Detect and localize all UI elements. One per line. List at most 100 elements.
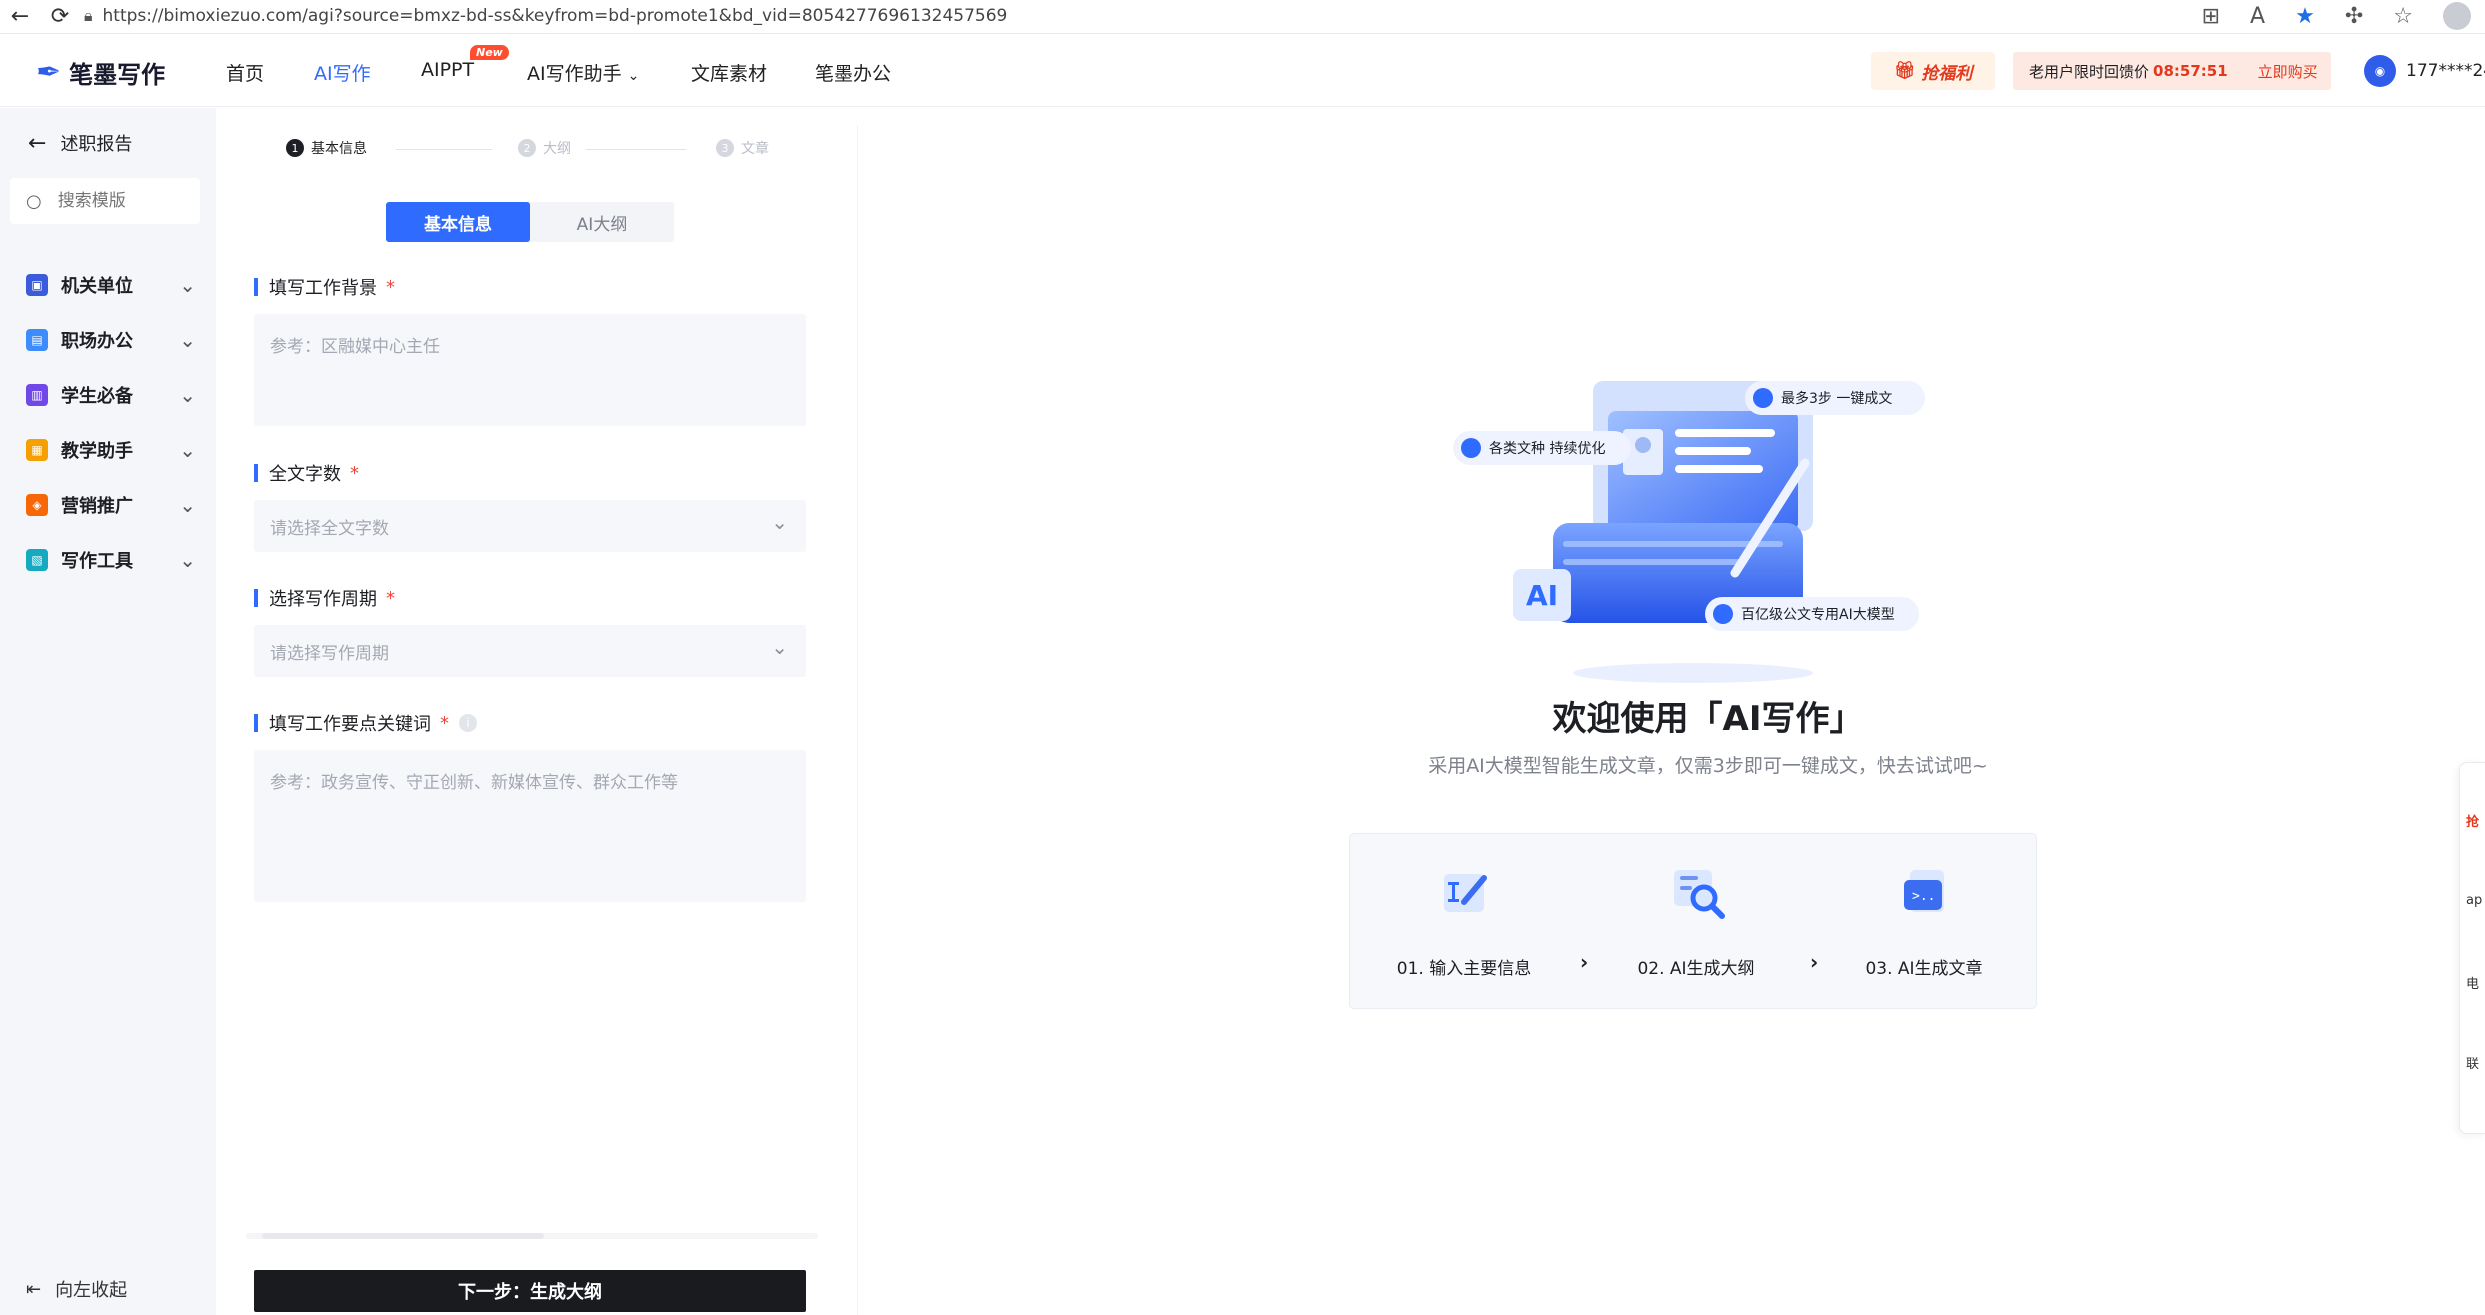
hero-tag-text: 最多3步 一键成文 <box>1781 390 1892 407</box>
building-icon: ▣ <box>26 274 48 296</box>
new-badge: New <box>470 45 509 60</box>
hero-tag-text: 百亿级公文专用AI大模型 <box>1741 607 1895 623</box>
chevron-down-icon: ⌄ <box>179 548 196 572</box>
background-label: 填写工作背景 * <box>254 274 395 300</box>
logo[interactable]: ✒ 笔墨写作 <box>36 55 165 90</box>
label-text: 填写工作要点关键词 <box>269 714 431 735</box>
step-outline: 2 大纲 <box>518 138 571 158</box>
quill-logo-icon: ✒ <box>36 55 62 90</box>
placeholder-text: 参考：区融媒中心主任 <box>270 337 440 357</box>
step-label: 文章 <box>741 141 769 157</box>
chevron-down-icon: ⌄ <box>627 68 640 84</box>
user-name: 177****24 <box>2406 61 2485 81</box>
back-to-report[interactable]: ← 述职报告 <box>28 130 132 156</box>
reload-icon[interactable]: ⟳ <box>40 4 80 29</box>
period-select[interactable]: 请选择写作周期 ⌄ <box>254 625 806 677</box>
workflow-step-label: 03. AI生成文章 <box>1865 959 1983 979</box>
nav-ai-writing[interactable]: AI写作 <box>314 59 371 86</box>
nav-office[interactable]: 笔墨办公 <box>815 59 891 86</box>
nav-aippt[interactable]: AIPPT <box>421 59 474 81</box>
label-accent-bar <box>254 278 258 296</box>
scrollbar-thumb[interactable] <box>262 1233 544 1239</box>
chevron-down-icon: ⌄ <box>179 493 196 517</box>
category-student[interactable]: ▥ 学生必备 ⌄ <box>26 376 196 414</box>
template-search: ○ <box>10 178 200 224</box>
megaphone-icon: ◈ <box>26 494 48 516</box>
step-basic-info: 1 基本信息 <box>286 138 367 158</box>
category-tools[interactable]: ▧ 写作工具 ⌄ <box>26 541 196 579</box>
address-bar[interactable]: 🔒︎ https://bimoxiezuo.com/agi?source=bmx… <box>84 0 2094 32</box>
label-accent-bar <box>254 464 258 482</box>
nav-library[interactable]: 文库素材 <box>691 59 767 86</box>
book-icon: ▥ <box>26 384 48 406</box>
offer-banner[interactable]: 老用户限时回馈价 08:57:51 立即购买 <box>2013 52 2331 90</box>
hero-illustration: AI 最多3步 一键成文 各类文种 持续优化 百亿级公文专用AI大模型 <box>1453 363 1933 693</box>
float-welfare[interactable]: 抢 <box>2466 811 2479 830</box>
info-icon[interactable]: i <box>459 714 477 732</box>
hero-tag-steps: 最多3步 一键成文 <box>1745 381 1925 415</box>
collapse-sidebar-button[interactable]: ⇤ 向左收起 <box>26 1276 127 1302</box>
extensions-icon[interactable]: ✣ <box>2345 4 2363 29</box>
horizontal-scrollbar[interactable] <box>246 1230 818 1240</box>
keywords-textarea[interactable]: 参考：政务宣传、守正创新、新媒体宣传、群众工作等 <box>254 750 806 902</box>
favorite-star-icon[interactable]: ★ <box>2295 4 2315 29</box>
workflow-step-article: >.. 03. AI生成文章 <box>1824 834 2024 1010</box>
keywords-label: 填写工作要点关键词 * i <box>254 710 477 736</box>
tab-basic-info[interactable]: 基本信息 <box>386 202 530 242</box>
collapse-label: 向左收起 <box>55 1280 128 1301</box>
hero-tag-text: 各类文种 持续优化 <box>1489 440 1605 457</box>
profile-avatar-icon[interactable] <box>2443 2 2471 30</box>
required-mark: * <box>386 276 395 298</box>
word-count-select[interactable]: 请选择全文字数 ⌄ <box>254 500 806 552</box>
workflow-steps: 01. 输入主要信息 › 02. AI生成大纲 › >.. 03. AI生成文章 <box>1349 833 2037 1009</box>
nav-ai-assistant[interactable]: AI写作助手 ⌄ <box>527 59 639 86</box>
browser-bar: ← ⟳ 🔒︎ https://bimoxiezuo.com/agi?source… <box>0 0 2485 34</box>
form-panel: 1 基本信息 2 大纲 3 文章 基本信息 AI大纲 填写工作背景 * 参考：区… <box>216 108 848 1315</box>
back-arrow-icon[interactable]: ← <box>0 4 40 29</box>
nav-home[interactable]: 首页 <box>226 59 264 86</box>
category-marketing[interactable]: ◈ 营销推广 ⌄ <box>26 486 196 524</box>
welcome-subtitle: 采用AI大模型智能生成文章，仅需3步即可一键成文，快去试试吧~ <box>1428 755 1988 777</box>
app-root: ← ⟳ 🔒︎ https://bimoxiezuo.com/agi?source… <box>0 0 2485 1315</box>
chevron-down-icon: ⌄ <box>771 635 788 659</box>
category-government[interactable]: ▣ 机关单位 ⌄ <box>26 266 196 304</box>
step-label: 基本信息 <box>311 141 367 157</box>
read-aloud-icon[interactable]: A <box>2250 4 2265 29</box>
word-count-label: 全文字数 * <box>254 460 359 486</box>
step-connector <box>396 149 492 150</box>
label-text: 选择写作周期 <box>269 589 377 610</box>
label-text: 全文字数 <box>269 464 341 485</box>
workflow-step-label: 01. 输入主要信息 <box>1396 959 1532 979</box>
welcome-title: 欢迎使用「AI写作」 <box>1552 699 1864 739</box>
step-connector <box>586 149 686 150</box>
category-office[interactable]: ▤ 职场办公 ⌄ <box>26 321 196 359</box>
step-indicator: 1 基本信息 2 大纲 3 文章 <box>286 138 806 162</box>
collapse-left-icon: ⇤ <box>26 1278 42 1300</box>
site-header: ✒ 笔墨写作 首页 AI写作 AIPPT New AI写作助手 ⌄ 文库素材 笔… <box>0 35 2485 107</box>
workflow-step-input: 01. 输入主要信息 <box>1364 834 1564 1010</box>
float-app[interactable]: ap <box>2466 893 2482 908</box>
workflow-step-outline: 02. AI生成大纲 <box>1596 834 1796 1010</box>
next-generate-outline-button[interactable]: 下一步：生成大纲 <box>254 1270 806 1312</box>
float-phone[interactable]: 电 <box>2466 973 2479 992</box>
background-textarea[interactable]: 参考：区融媒中心主任 <box>254 314 806 426</box>
user-menu[interactable]: ◉ 177****24 <box>2364 55 2485 87</box>
hero-tag-types: 各类文种 持续优化 <box>1453 431 1631 465</box>
period-label: 选择写作周期 * <box>254 585 395 611</box>
app-grid-icon[interactable]: ⊞ <box>2202 4 2220 29</box>
float-contact[interactable]: 联 <box>2466 1053 2479 1072</box>
category-label: 写作工具 <box>61 551 133 572</box>
tab-ai-outline[interactable]: AI大纲 <box>530 202 674 242</box>
template-search-input[interactable] <box>57 191 178 211</box>
mode-tabs: 基本信息 AI大纲 <box>386 202 674 242</box>
placeholder-text: 请选择全文字数 <box>270 519 389 539</box>
label-text: 填写工作背景 <box>269 278 377 299</box>
workflow-step-label: 02. AI生成大纲 <box>1637 959 1755 979</box>
buy-now-link[interactable]: 立即购买 <box>2258 61 2318 82</box>
text-edit-icon <box>1444 874 1487 912</box>
promo-badge[interactable]: 🎁︎ 抢福利 <box>1871 52 1995 90</box>
favorites-icon[interactable]: ☆ <box>2393 4 2413 29</box>
category-teaching[interactable]: ▦ 教学助手 ⌄ <box>26 431 196 469</box>
chevron-down-icon: ⌄ <box>771 510 788 534</box>
category-label: 营销推广 <box>61 496 133 517</box>
